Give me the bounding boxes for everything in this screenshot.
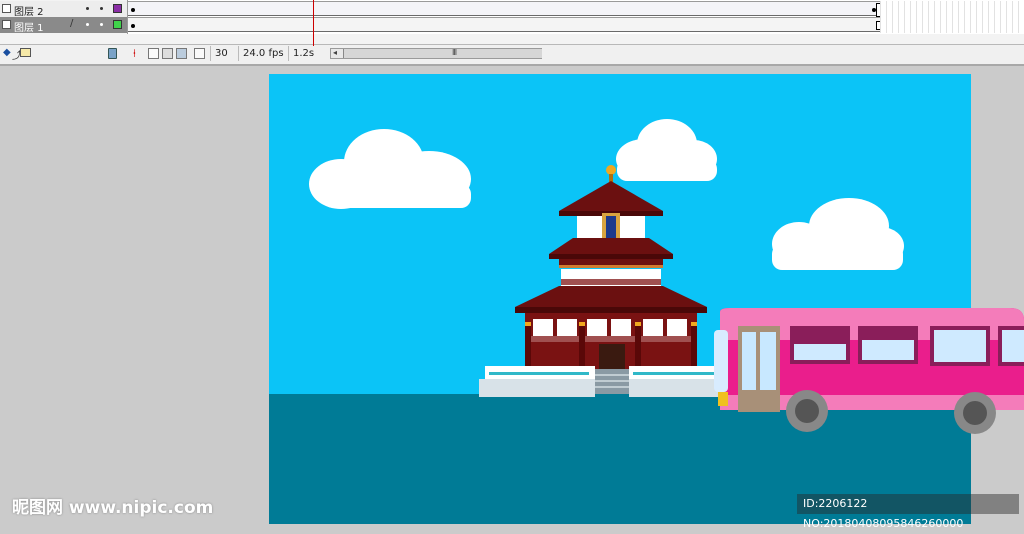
onion-skin-outlines-icon[interactable] xyxy=(162,48,173,59)
bus xyxy=(714,308,1024,434)
frame-row-layer-2[interactable] xyxy=(128,1,882,17)
layer-row-2[interactable]: 图层 2 xyxy=(0,1,127,18)
cloud-left xyxy=(309,129,471,209)
scroll-left-arrow-icon[interactable]: ◂ xyxy=(333,48,337,57)
cloud-middle xyxy=(616,119,717,181)
add-folder-icon[interactable] xyxy=(20,48,31,57)
onion-skin-icon[interactable] xyxy=(148,48,159,59)
pencil-edit-icon: / xyxy=(70,18,74,29)
timeline-toolbar: ◆ ⤴ ⍿ 30 24.0 fps 1.2s ◂ III xyxy=(0,44,1024,65)
cloud-right xyxy=(772,198,904,270)
timeline-panel: 图层 2 图层 1 / ◆ ⤴ ⍿ 30 24.0 fps 1.2s ◂ III xyxy=(0,0,1024,65)
layer-icon xyxy=(2,20,11,29)
delete-layer-icon[interactable] xyxy=(108,48,117,59)
layer-row-1[interactable]: 图层 1 / xyxy=(0,17,127,34)
panel-divider[interactable] xyxy=(0,64,1024,66)
empty-frame-grid[interactable] xyxy=(880,1,1024,33)
frame-row-layer-1[interactable] xyxy=(128,17,882,32)
scrollbar-thumb[interactable]: III xyxy=(343,48,542,58)
lock-dot-icon[interactable] xyxy=(100,23,103,26)
outline-color-swatch[interactable] xyxy=(113,4,122,13)
watermark-left: 昵图网 www.nipic.com xyxy=(12,498,214,518)
edit-multiple-frames-icon[interactable] xyxy=(176,48,187,59)
keyframe[interactable] xyxy=(131,8,135,12)
layer-name[interactable]: 图层 2 xyxy=(14,3,44,18)
modify-onion-markers-icon[interactable] xyxy=(194,48,205,59)
stage-canvas[interactable] xyxy=(269,74,971,524)
add-layer-icon[interactable]: ◆ xyxy=(3,47,11,58)
layer-name[interactable]: 图层 1 xyxy=(14,19,44,34)
frame-rate: 24.0 fps xyxy=(238,46,288,61)
layer-list: 图层 2 图层 1 / xyxy=(0,0,128,34)
frame-area[interactable] xyxy=(128,0,1024,34)
center-frame-icon[interactable]: ⍿ xyxy=(133,47,136,61)
temple xyxy=(479,165,741,397)
keyframe[interactable] xyxy=(131,24,135,28)
layer-icon xyxy=(2,4,11,13)
watermark-right: ID:2206122 NO:20180408095846260000 xyxy=(797,494,1019,530)
timeline-horizontal-scrollbar[interactable]: ◂ III xyxy=(330,48,542,59)
current-frame: 30 xyxy=(210,46,232,61)
visibility-dot-icon[interactable] xyxy=(86,7,89,10)
outline-color-swatch[interactable] xyxy=(113,20,122,29)
scene-artwork xyxy=(269,119,971,524)
playhead[interactable] xyxy=(313,0,314,46)
scrollbar-grip-icon: III xyxy=(452,48,457,57)
lock-dot-icon[interactable] xyxy=(100,7,103,10)
visibility-dot-icon[interactable] xyxy=(86,23,89,26)
elapsed-time: 1.2s xyxy=(288,46,318,61)
